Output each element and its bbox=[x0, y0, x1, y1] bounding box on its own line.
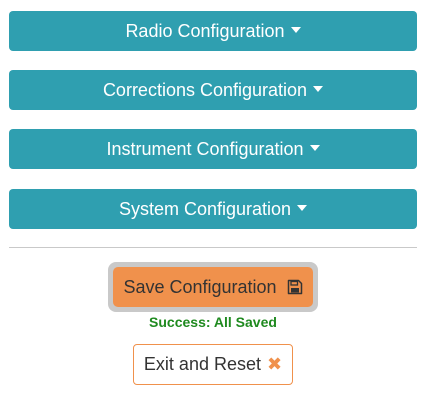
exit-and-reset-label: Exit and Reset bbox=[143, 354, 261, 374]
close-icon: ✖ bbox=[266, 354, 283, 374]
corrections-configuration-button[interactable]: Corrections Configuration bbox=[9, 70, 417, 110]
exit-and-reset-button[interactable]: Exit and Reset ✖ bbox=[133, 344, 293, 385]
save-configuration-label: Save Configuration bbox=[123, 276, 277, 297]
caret-down-icon bbox=[313, 86, 324, 92]
divider bbox=[9, 247, 417, 248]
instrument-configuration-button[interactable]: Instrument Configuration bbox=[9, 129, 417, 169]
system-configuration-button[interactable]: System Configuration bbox=[9, 189, 417, 229]
save-configuration-button[interactable]: Save Configuration bbox=[113, 267, 313, 307]
system-configuration-label: System Configuration bbox=[118, 198, 292, 219]
floppy-disk-icon bbox=[287, 279, 303, 295]
corrections-configuration-label: Corrections Configuration bbox=[102, 79, 308, 100]
caret-down-icon bbox=[309, 145, 320, 151]
instrument-configuration-label: Instrument Configuration bbox=[106, 138, 304, 159]
caret-down-icon bbox=[290, 27, 301, 33]
caret-down-icon bbox=[297, 205, 308, 211]
configuration-panel: Radio Configuration Corrections Configur… bbox=[0, 0, 426, 395]
status-message: Success: All Saved bbox=[149, 314, 277, 330]
radio-configuration-button[interactable]: Radio Configuration bbox=[9, 11, 417, 51]
radio-configuration-label: Radio Configuration bbox=[125, 20, 285, 41]
